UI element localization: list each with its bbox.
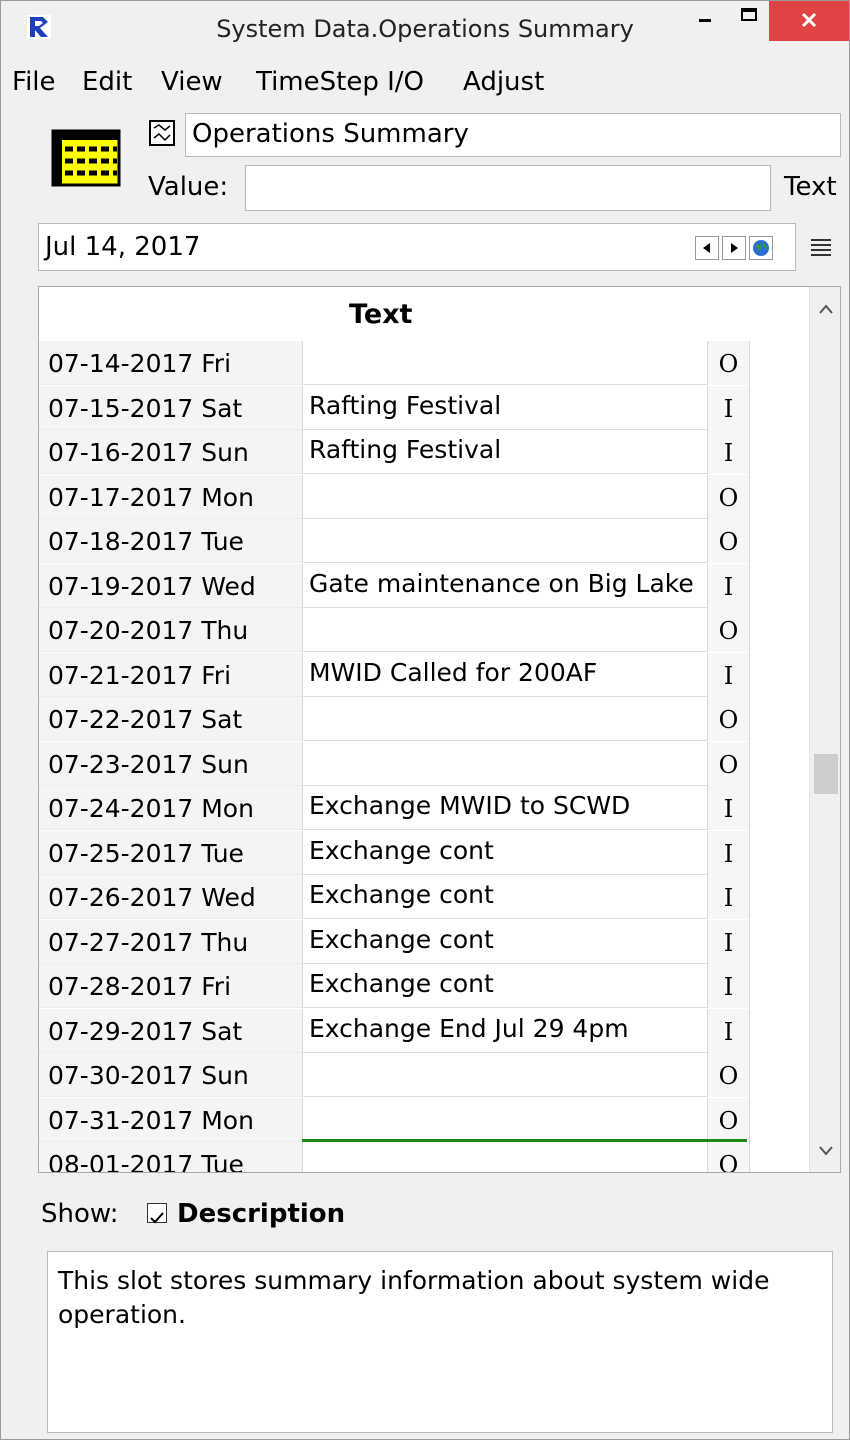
text-cell[interactable]: Exchange End Jul 29 4pm: [302, 1009, 707, 1053]
maximize-icon: [741, 8, 757, 21]
menu-adjust[interactable]: Adjust: [463, 67, 544, 97]
row-header[interactable]: 07-15-2017 Sat: [39, 386, 302, 430]
text-cell[interactable]: Exchange cont: [302, 920, 707, 964]
close-icon: [801, 12, 817, 28]
maximize-button[interactable]: [731, 1, 769, 41]
row-header[interactable]: 07-27-2017 Thu: [39, 920, 302, 964]
flag-cell: I: [707, 786, 749, 830]
close-button[interactable]: [769, 1, 849, 41]
minimize-button[interactable]: [681, 1, 731, 41]
column-header[interactable]: Text: [39, 287, 809, 341]
row-header[interactable]: 07-16-2017 Sun: [39, 430, 302, 474]
text-cell[interactable]: Exchange MWID to SCWD: [302, 786, 707, 830]
table-slot-icon: [51, 129, 121, 187]
flag-cell: I: [707, 1009, 749, 1053]
row-header[interactable]: 07-31-2017 Mon: [39, 1098, 302, 1142]
text-cell[interactable]: MWID Called for 200AF: [302, 653, 707, 697]
value-input[interactable]: [245, 165, 771, 211]
scroll-down-icon[interactable]: [818, 1145, 834, 1157]
row-header[interactable]: 07-18-2017 Tue: [39, 519, 302, 563]
row-header[interactable]: 07-20-2017 Thu: [39, 608, 302, 652]
text-cell[interactable]: [302, 1053, 707, 1097]
flag-cell: O: [707, 608, 749, 652]
minimize-icon: [699, 19, 711, 22]
flag-cell: I: [707, 964, 749, 1008]
list-icon[interactable]: [807, 233, 835, 261]
menu-view[interactable]: View: [161, 67, 223, 97]
scroll-up-icon[interactable]: [818, 303, 834, 315]
row-header[interactable]: 07-29-2017 Sat: [39, 1009, 302, 1053]
text-cell[interactable]: Exchange cont: [302, 831, 707, 875]
row-header[interactable]: 07-26-2017 Wed: [39, 875, 302, 919]
description-checkbox[interactable]: [147, 1203, 167, 1224]
text-cell[interactable]: Rafting Festival: [302, 386, 707, 430]
text-cell[interactable]: Rafting Festival: [302, 430, 707, 474]
title-bar[interactable]: System Data.Operations Summary: [1, 1, 849, 63]
row-header[interactable]: 07-25-2017 Tue: [39, 831, 302, 875]
row-header[interactable]: 07-30-2017 Sun: [39, 1053, 302, 1097]
description-text[interactable]: This slot stores summary information abo…: [47, 1251, 833, 1433]
menu-file[interactable]: File: [12, 67, 56, 97]
window: System Data.Operations Summary File Edit…: [0, 0, 850, 1440]
checkmark-icon: [150, 1212, 164, 1224]
flag-cell: I: [707, 386, 749, 430]
menu-timestep-io[interactable]: TimeStep I/O: [256, 67, 424, 97]
flag-cell: O: [707, 1053, 749, 1097]
text-cell[interactable]: [302, 1098, 707, 1142]
text-cell[interactable]: Exchange cont: [302, 875, 707, 919]
row-header[interactable]: 07-14-2017 Fri: [39, 341, 302, 385]
row-header[interactable]: 07-28-2017 Fri: [39, 964, 302, 1008]
units-label: Text: [784, 172, 837, 202]
prev-date-icon[interactable]: [695, 236, 719, 260]
flag-cell: I: [707, 564, 749, 608]
column-header-label: Text: [349, 299, 413, 330]
text-cell[interactable]: [302, 697, 707, 741]
scrollbar-thumb[interactable]: [814, 754, 838, 794]
flag-cell: I: [707, 831, 749, 875]
menu-bar: File Edit View TimeStep I/O Adjust: [1, 63, 849, 103]
data-table: Text 07-14-2017 Fri O 07-15-2017 Sat Raftin…: [38, 286, 841, 1173]
empty-column: [749, 341, 810, 1172]
flag-cell: O: [707, 1142, 749, 1172]
text-cell[interactable]: [302, 341, 707, 385]
flag-cell: O: [707, 742, 749, 786]
slot-name-field[interactable]: Operations Summary: [185, 113, 841, 157]
date-field[interactable]: Jul 14, 2017: [38, 223, 796, 271]
flag-cell: I: [707, 875, 749, 919]
text-cell[interactable]: [302, 742, 707, 786]
flag-cell: O: [707, 1098, 749, 1142]
text-cell[interactable]: [302, 1142, 707, 1172]
show-label: Show:: [41, 1199, 119, 1229]
vertical-scrollbar[interactable]: [809, 287, 840, 1172]
flag-cell: O: [707, 341, 749, 385]
flag-cell: I: [707, 653, 749, 697]
graph-icon[interactable]: [149, 120, 175, 146]
globe-icon[interactable]: [749, 236, 773, 260]
row-header[interactable]: 07-19-2017 Wed: [39, 564, 302, 608]
row-header[interactable]: 07-17-2017 Mon: [39, 475, 302, 519]
text-cell[interactable]: Gate maintenance on Big Lake: [302, 564, 707, 608]
value-label: Value:: [148, 172, 229, 202]
flag-cell: O: [707, 475, 749, 519]
text-cell[interactable]: [302, 475, 707, 519]
run-end-line: [302, 1139, 747, 1142]
row-header[interactable]: 08-01-2017 Tue: [39, 1142, 302, 1172]
row-header[interactable]: 07-24-2017 Mon: [39, 786, 302, 830]
next-date-icon[interactable]: [722, 236, 746, 260]
text-cell[interactable]: Exchange cont: [302, 964, 707, 1008]
text-cell[interactable]: [302, 519, 707, 563]
row-header[interactable]: 07-21-2017 Fri: [39, 653, 302, 697]
text-cell[interactable]: [302, 608, 707, 652]
description-checkbox-label[interactable]: Description: [177, 1199, 345, 1229]
flag-cell: I: [707, 920, 749, 964]
flag-cell: O: [707, 697, 749, 741]
menu-edit[interactable]: Edit: [82, 67, 132, 97]
current-date: Jul 14, 2017: [45, 232, 201, 262]
row-header[interactable]: 07-22-2017 Sat: [39, 697, 302, 741]
flag-cell: I: [707, 430, 749, 474]
row-header[interactable]: 07-23-2017 Sun: [39, 742, 302, 786]
flag-cell: O: [707, 519, 749, 563]
